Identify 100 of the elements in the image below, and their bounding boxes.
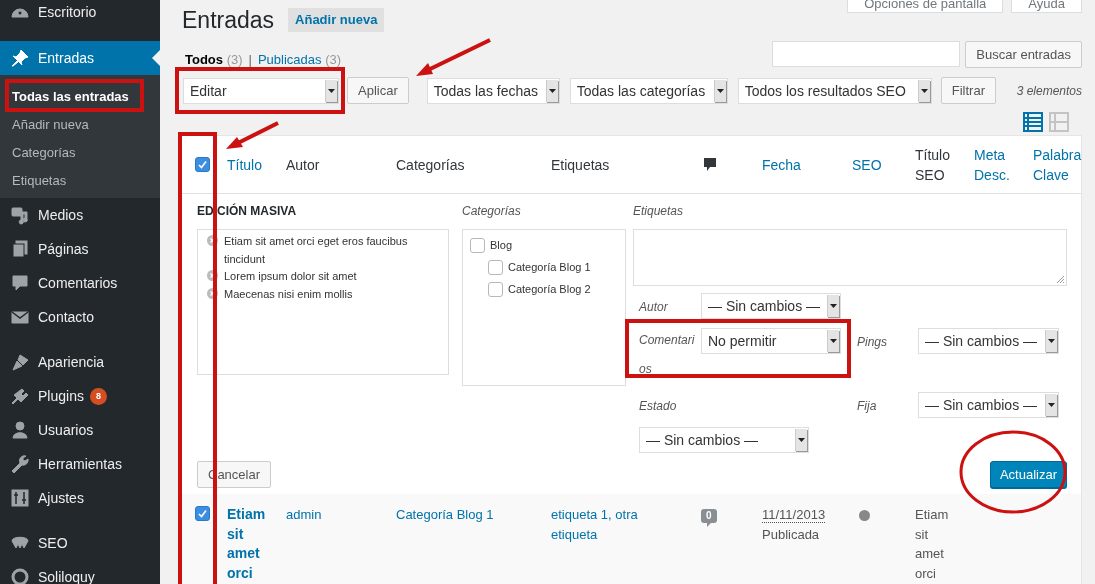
menu-item[interactable]: Medios bbox=[0, 198, 160, 232]
menu-item[interactable]: Soliloquy bbox=[0, 560, 160, 584]
category-link[interactable]: Categoría Blog 1 bbox=[396, 505, 551, 525]
submenu-item[interactable]: Todas las entradas bbox=[0, 82, 160, 110]
submenu-item[interactable]: Categorías bbox=[0, 138, 160, 166]
comment-icon bbox=[703, 156, 717, 173]
dropdown[interactable]: — Sin cambios — bbox=[918, 392, 1059, 418]
plug-icon bbox=[11, 388, 29, 405]
view-filter-link[interactable]: Todos (3) bbox=[185, 52, 243, 68]
menu-item[interactable]: Usuarios bbox=[0, 413, 160, 447]
apply-button[interactable]: Aplicar bbox=[347, 77, 409, 104]
checkmark-icon bbox=[197, 159, 208, 170]
dropdown[interactable]: Todas las categorías bbox=[569, 77, 728, 104]
envelope-icon bbox=[11, 311, 29, 324]
menu-item[interactable]: SEO bbox=[0, 526, 160, 560]
dropdown[interactable]: Editar bbox=[183, 77, 339, 104]
remove-icon[interactable] bbox=[207, 270, 218, 281]
submenu-item[interactable]: Añadir nueva bbox=[0, 110, 160, 138]
pin-icon bbox=[11, 49, 29, 67]
dropdown[interactable]: — Sin cambios — bbox=[701, 293, 841, 319]
excerpt-view-icon[interactable] bbox=[1049, 112, 1069, 132]
remove-icon[interactable] bbox=[207, 287, 218, 299]
dropdown[interactable]: Todos los resultados SEO bbox=[737, 77, 932, 104]
menu-item[interactable]: Ajustes bbox=[0, 481, 160, 515]
tag-links[interactable]: etiqueta 1, otra etiqueta bbox=[551, 505, 686, 544]
filter-button[interactable]: Filtrar bbox=[940, 77, 996, 104]
menu-item[interactable]: Escritorio bbox=[0, 0, 160, 29]
column-header[interactable]: Meta Desc. bbox=[974, 144, 1033, 185]
count-badge: 8 bbox=[89, 387, 107, 405]
post-title: Etiam sit amet orci eget eros faucibus tincidunt bbox=[224, 234, 409, 267]
view-filter-link[interactable]: Publicadas (3) bbox=[257, 52, 342, 68]
author-link[interactable]: admin bbox=[286, 505, 396, 525]
menu-item[interactable]: Contacto bbox=[0, 300, 160, 334]
menu-item[interactable]: Herramientas bbox=[0, 447, 160, 481]
checkbox[interactable] bbox=[488, 259, 503, 275]
caret-icon bbox=[325, 79, 337, 102]
field-label: Fija bbox=[857, 398, 878, 415]
field-label: Categorías bbox=[462, 203, 522, 219]
category-label: Categoría Blog 2 bbox=[508, 283, 591, 295]
pages-icon bbox=[12, 240, 28, 258]
field-label: Estado bbox=[639, 398, 678, 415]
column-header[interactable]: Título bbox=[227, 154, 286, 175]
loop-icon bbox=[11, 568, 29, 584]
field-label: Etiquetas bbox=[633, 203, 685, 219]
post-title-link[interactable]: Etiam sit amet orci bbox=[227, 505, 269, 583]
caret-icon bbox=[917, 79, 930, 102]
search-button[interactable]: Buscar entradas bbox=[965, 41, 1082, 68]
dropdown[interactable]: — Sin cambios — bbox=[918, 328, 1059, 354]
resize-handle-icon[interactable] bbox=[1055, 274, 1065, 284]
menu-item[interactable]: Entradas bbox=[0, 41, 160, 75]
caret-icon bbox=[795, 429, 807, 451]
add-new-button[interactable]: Añadir nueva bbox=[288, 8, 385, 32]
seo-logo-icon bbox=[11, 536, 29, 549]
column-header: Categorías bbox=[396, 155, 466, 175]
post-date: 11/11/2013 bbox=[762, 507, 826, 523]
menu-item[interactable]: Apariencia bbox=[0, 345, 160, 379]
checkbox[interactable] bbox=[195, 506, 210, 521]
page-title: Entradas bbox=[182, 6, 275, 34]
annotation-arrow bbox=[226, 121, 279, 149]
sliders-icon bbox=[11, 489, 29, 507]
tags-field[interactable] bbox=[633, 229, 1067, 286]
category-label: Blog bbox=[490, 239, 513, 251]
caret-icon bbox=[713, 79, 726, 102]
remove-icon[interactable] bbox=[207, 235, 218, 246]
menu-item[interactable]: Páginas bbox=[0, 232, 160, 266]
checkmark-icon bbox=[197, 508, 208, 519]
checkbox[interactable] bbox=[470, 237, 485, 253]
list-view-icon[interactable] bbox=[1023, 112, 1043, 132]
category-label: Categoría Blog 1 bbox=[508, 261, 591, 273]
checkbox[interactable] bbox=[195, 157, 210, 172]
caret-icon bbox=[1045, 330, 1057, 352]
comment-icon bbox=[12, 275, 28, 291]
field-label: Autor bbox=[639, 299, 669, 316]
caret-icon bbox=[827, 330, 839, 352]
checkbox[interactable] bbox=[488, 281, 503, 297]
menu-item[interactable]: Comentarios bbox=[0, 266, 160, 300]
field-label: Comentarios bbox=[639, 332, 696, 378]
seo-status-dot bbox=[859, 510, 870, 521]
post-title: Maecenas nisi enim mollis bbox=[224, 286, 353, 302]
item-count: 3 elementos bbox=[1016, 83, 1082, 98]
dropdown[interactable]: — Sin cambios — bbox=[639, 427, 809, 453]
submenu-item[interactable]: Etiquetas bbox=[0, 166, 160, 194]
column-header: Etiquetas bbox=[551, 155, 611, 175]
post-status: Publicada bbox=[762, 525, 821, 544]
caret-icon bbox=[545, 79, 558, 102]
table-cell-text: Etiam sit amet orci bbox=[915, 506, 950, 583]
column-header[interactable]: Palabra Clave bbox=[1033, 144, 1083, 185]
column-header[interactable]: Fecha bbox=[762, 154, 852, 175]
search-field[interactable] bbox=[772, 41, 961, 67]
wrench-icon bbox=[11, 455, 29, 474]
brush-icon bbox=[12, 354, 29, 371]
column-header: Autor bbox=[286, 155, 321, 175]
dropdown[interactable]: No permitir bbox=[701, 328, 841, 354]
update-button[interactable]: Actualizar bbox=[989, 461, 1067, 488]
caret-icon bbox=[827, 295, 839, 317]
menu-item[interactable]: Plugins 8 bbox=[0, 379, 160, 413]
dropdown[interactable]: Todas las fechas bbox=[426, 77, 560, 104]
field-label: Pings bbox=[857, 334, 889, 351]
column-header[interactable]: SEO bbox=[852, 154, 915, 175]
separator: | bbox=[248, 52, 252, 68]
